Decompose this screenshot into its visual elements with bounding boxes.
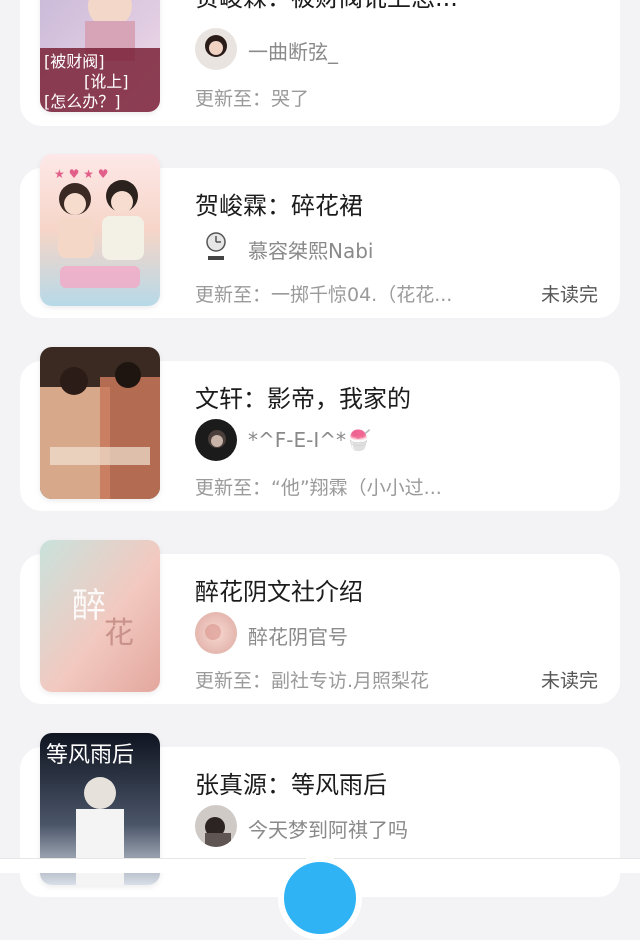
update-status: 更新至：一掷千惊04.（花花...	[195, 284, 453, 306]
avatar[interactable]	[195, 226, 237, 268]
unread-badge: 未读完	[540, 670, 598, 692]
svg-text:★ ♥ ★ ♥: ★ ♥ ★ ♥	[54, 167, 108, 181]
cover-text: 醉	[72, 586, 106, 626]
book-cover[interactable]	[40, 347, 160, 499]
avatar[interactable]	[195, 28, 237, 70]
avatar[interactable]	[195, 419, 237, 461]
book-title[interactable]: 张真源：等风雨后	[195, 765, 605, 800]
book-cover[interactable]: [被财阀] [讹上] [怎么办？]	[40, 0, 160, 112]
author-name[interactable]: 一曲断弦_	[248, 36, 338, 65]
book-title[interactable]: 贺峻霖：碎花裙	[195, 186, 605, 221]
author-name[interactable]: 醉花阴官号	[248, 621, 348, 650]
book-title[interactable]: 贺峻霖：被财阀讹上怎...	[195, 0, 605, 13]
book-cover[interactable]: 醉 花	[40, 540, 160, 692]
update-status: 更新至：副社专访.月照梨花	[195, 670, 430, 692]
cover-text: [被财阀] [讹上] [怎么办？]	[44, 52, 129, 111]
book-card[interactable]: 醉 花 醉花阴文社介绍 醉花阴官号 更新至：副社专访.月照梨花 未读完	[20, 540, 620, 704]
update-status: 更新至：“他”翔霖（小小过...	[195, 477, 442, 499]
book-title[interactable]: 文轩：影帝，我家的	[195, 379, 605, 414]
author-name[interactable]: 今天梦到阿祺了吗	[248, 814, 408, 843]
author-name[interactable]: 慕容桀熙Nabi	[248, 235, 373, 264]
update-status: 更新至：哭了	[195, 88, 310, 110]
book-card[interactable]: [被财阀] [讹上] [怎么办？] 贺峻霖：被财阀讹上怎... 一曲断弦_ 更新…	[20, 0, 620, 126]
cover-text: 等风雨后	[46, 743, 135, 768]
cover-text: 花	[104, 616, 134, 651]
author-name[interactable]: *^F-E-I^*🍧	[248, 428, 371, 452]
avatar[interactable]	[195, 805, 237, 847]
unread-badge: 未读完	[540, 284, 598, 306]
book-card[interactable]: ★ ♥ ★ ♥ 贺峻霖：碎花裙 慕容桀熙Nabi 更新至：一掷千惊04.（花花.…	[20, 154, 620, 318]
book-cover[interactable]: ★ ♥ ★ ♥	[40, 154, 160, 306]
book-title[interactable]: 醉花阴文社介绍	[195, 572, 605, 607]
book-card[interactable]: 文轩：影帝，我家的 *^F-E-I^*🍧 更新至：“他”翔霖（小小过...	[20, 347, 620, 511]
floating-action-button[interactable]	[278, 856, 362, 940]
avatar[interactable]	[195, 612, 237, 654]
